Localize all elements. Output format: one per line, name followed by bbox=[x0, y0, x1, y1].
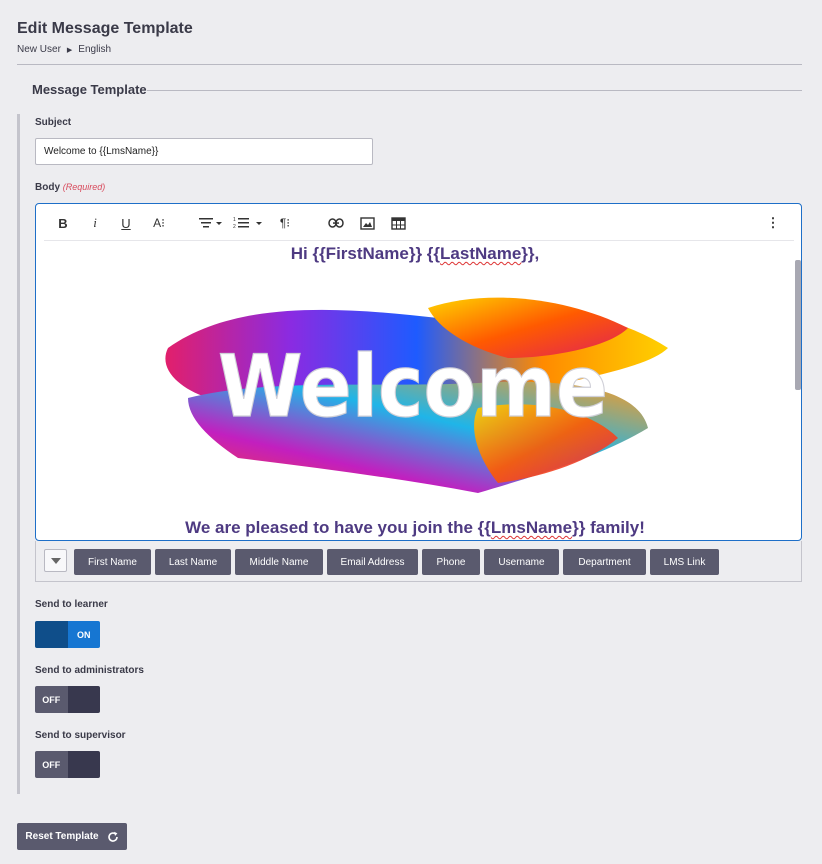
toggle-track bbox=[67, 751, 100, 778]
paragraph-icon[interactable]: ¶⁝ bbox=[274, 214, 296, 232]
breadcrumb: New User ▶ English bbox=[17, 44, 111, 55]
send-supervisor-label: Send to supervisor bbox=[35, 730, 126, 741]
welcome-line: We are pleased to have you join the {{Lm… bbox=[36, 518, 794, 538]
send-admins-toggle[interactable]: OFF bbox=[35, 686, 100, 713]
token-email-address[interactable]: Email Address bbox=[327, 549, 418, 575]
required-text: (Required) bbox=[62, 182, 106, 192]
greeting-line: Hi {{FirstName}} {{LastName}}, bbox=[36, 244, 794, 264]
toggle-state: ON bbox=[67, 621, 100, 648]
toggle-state: OFF bbox=[35, 686, 68, 713]
send-learner-toggle[interactable]: ON bbox=[35, 621, 100, 648]
align-icon[interactable] bbox=[198, 214, 224, 232]
greeting-end: }}, bbox=[521, 244, 540, 263]
editor-content[interactable]: Hi {{FirstName}} {{LastName}}, Welcome W… bbox=[36, 242, 794, 540]
body-label-text: Body bbox=[35, 182, 60, 193]
svg-text:2: 2 bbox=[233, 224, 236, 230]
token-username[interactable]: Username bbox=[484, 549, 559, 575]
tokens-bar: First Name Last Name Middle Name Email A… bbox=[35, 541, 802, 582]
breadcrumb-item: English bbox=[78, 44, 112, 55]
link-icon[interactable] bbox=[326, 214, 346, 232]
send-supervisor-toggle[interactable]: OFF bbox=[35, 751, 100, 778]
reset-template-button[interactable]: Reset Template bbox=[17, 823, 127, 850]
more-icon[interactable]: ⋮ bbox=[766, 214, 780, 232]
welcome-image: Welcome bbox=[165, 297, 669, 493]
italic-icon[interactable]: i bbox=[86, 214, 104, 232]
breadcrumb-arrow-icon: ▶ bbox=[66, 46, 73, 54]
greeting-prefix: Hi bbox=[290, 244, 313, 263]
token-middle-name[interactable]: Middle Name bbox=[235, 549, 323, 575]
editor-toolbar: B i U A⁝ 12 ¶⁝ ⋮ bbox=[44, 204, 794, 241]
image-icon[interactable] bbox=[357, 214, 377, 232]
last-name-token: LastName bbox=[440, 244, 522, 263]
tokens-toggle-button[interactable] bbox=[44, 549, 67, 572]
token-phone[interactable]: Phone bbox=[422, 549, 480, 575]
toggle-track bbox=[35, 621, 68, 648]
reset-template-label: Reset Template bbox=[25, 831, 99, 842]
font-size-icon[interactable]: A⁝ bbox=[148, 214, 170, 232]
bold-icon[interactable]: B bbox=[54, 214, 72, 232]
svg-text:1: 1 bbox=[233, 217, 236, 223]
list-icon[interactable]: 12 bbox=[232, 214, 266, 232]
send-learner-label: Send to learner bbox=[35, 599, 108, 610]
table-icon[interactable] bbox=[388, 214, 408, 232]
welcome-line-suffix: }} family! bbox=[572, 518, 645, 537]
token-lms-link[interactable]: LMS Link bbox=[650, 549, 719, 575]
header-divider bbox=[17, 64, 802, 65]
token-last-name[interactable]: Last Name bbox=[155, 549, 231, 575]
breadcrumb-item[interactable]: New User bbox=[17, 44, 61, 55]
send-admins-label: Send to administrators bbox=[35, 665, 144, 676]
page-title: Edit Message Template bbox=[17, 20, 193, 37]
first-name-token: {{FirstName}} bbox=[312, 244, 423, 263]
body-label: Body (Required) bbox=[35, 182, 105, 193]
greeting-mid: {{ bbox=[422, 244, 441, 263]
welcome-image-text: Welcome bbox=[218, 337, 608, 437]
toggle-track bbox=[67, 686, 100, 713]
toggle-state: OFF bbox=[35, 751, 68, 778]
refresh-icon bbox=[107, 831, 118, 842]
subject-label: Subject bbox=[35, 117, 72, 128]
section-left-bar bbox=[17, 114, 20, 794]
section-legend: Message Template bbox=[32, 82, 147, 97]
body-editor[interactable]: B i U A⁝ 12 ¶⁝ ⋮ Hi {{FirstName}} {{Last… bbox=[35, 203, 802, 541]
subject-input[interactable] bbox=[35, 138, 373, 165]
chevron-down-icon bbox=[50, 557, 61, 564]
lms-name-token: LmsName bbox=[490, 518, 573, 537]
welcome-line-prefix: We are pleased to have you join the {{ bbox=[185, 518, 491, 537]
token-first-name[interactable]: First Name bbox=[74, 549, 151, 575]
editor-scrollbar[interactable] bbox=[795, 260, 801, 390]
underline-icon[interactable]: U bbox=[117, 214, 135, 232]
legend-divider bbox=[147, 90, 802, 91]
token-department[interactable]: Department bbox=[563, 549, 646, 575]
